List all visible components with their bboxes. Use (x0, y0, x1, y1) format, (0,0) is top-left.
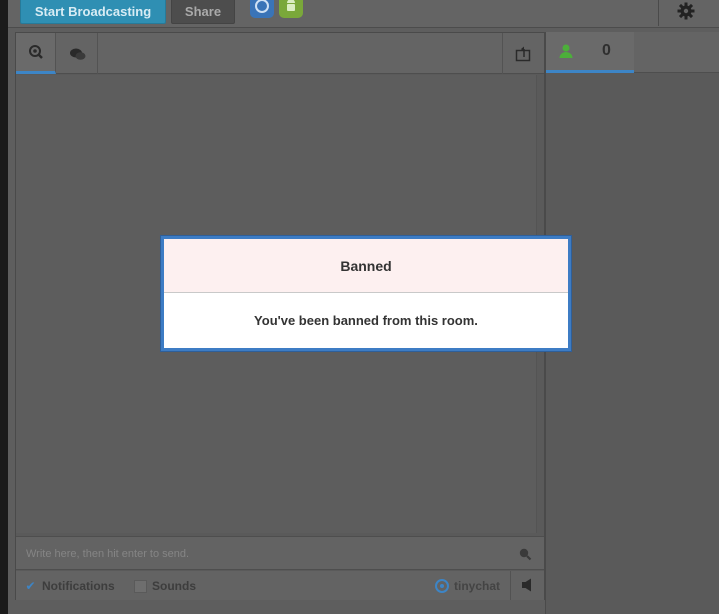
dialog-title: Banned (164, 239, 568, 293)
user-list-panel: 0 (545, 32, 719, 614)
chat-message-input[interactable] (26, 545, 506, 563)
user-icon (559, 44, 573, 58)
user-count: 0 (602, 42, 611, 59)
search-icon (519, 548, 532, 561)
zoom-icon (28, 45, 43, 59)
brand-name: tinychat (454, 579, 501, 593)
notifications-checkbox[interactable]: ✔ Notifications (24, 578, 115, 594)
chat-search-button[interactable] (518, 547, 532, 566)
chat-tab-bar (16, 33, 544, 74)
tinychat-brand[interactable]: tinychat (434, 578, 500, 594)
chat-input-row (16, 536, 544, 570)
speaker-icon (522, 578, 531, 592)
banned-dialog: Banned You've been banned from this room… (161, 236, 571, 351)
user-list-header: 0 (546, 32, 719, 73)
start-broadcasting-button[interactable]: Start Broadcasting (20, 0, 166, 24)
ios-app-icon[interactable] (250, 0, 274, 18)
android-app-icon[interactable] (279, 0, 303, 18)
sounds-label: Sounds (152, 579, 196, 593)
gear-icon (677, 2, 695, 20)
chat-footer: ✔ Notifications Sounds tinychat (16, 571, 544, 600)
share-button[interactable]: Share (171, 0, 235, 24)
tinychat-logo-icon (435, 579, 449, 593)
tab-chat[interactable] (58, 33, 98, 74)
app-frame: Start Broadcasting Share Write here, the… (8, 0, 719, 614)
dialog-message: You've been banned from this room. (254, 313, 478, 328)
popout-icon (515, 46, 530, 61)
checkbox-empty-icon (134, 579, 147, 593)
tab-search[interactable] (16, 33, 56, 74)
footer-divider (510, 571, 511, 600)
tab-users[interactable]: 0 (546, 32, 634, 73)
top-toolbar: Start Broadcasting Share (8, 0, 719, 28)
notifications-label: Notifications (42, 579, 115, 593)
settings-button[interactable] (658, 0, 713, 26)
tab-popout[interactable] (502, 33, 542, 74)
checkmark-icon: ✔ (25, 579, 36, 593)
sounds-checkbox[interactable]: Sounds (134, 578, 196, 594)
volume-button[interactable] (521, 578, 535, 597)
chat-bubbles-icon (69, 48, 85, 60)
